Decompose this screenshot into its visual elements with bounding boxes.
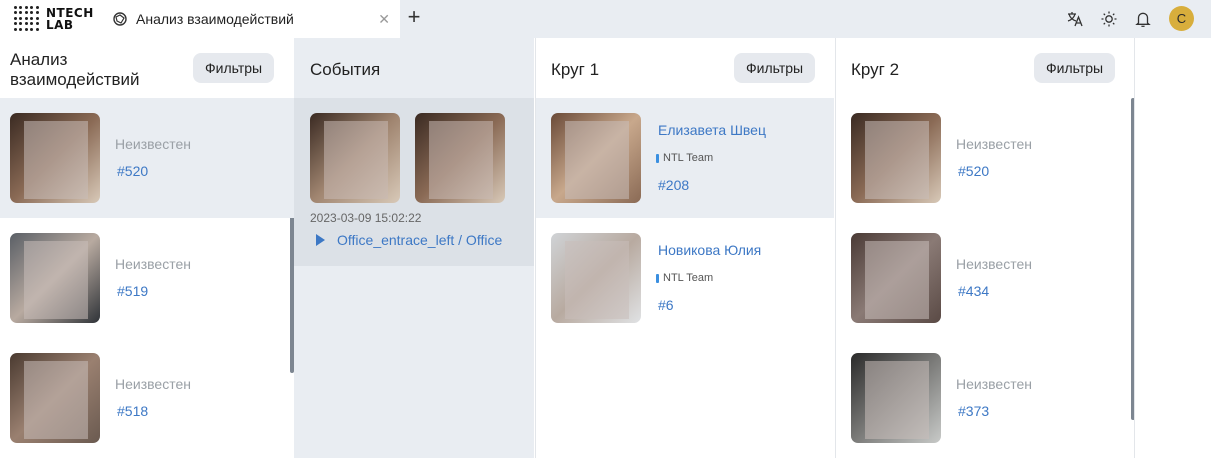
cluster-id-link[interactable]: #373 — [958, 403, 989, 419]
tab-title: Анализ взаимодействий — [136, 11, 294, 27]
user-avatar[interactable]: С — [1169, 6, 1194, 31]
events-column: События 2023-03-09 15:02:22 Office_entra… — [294, 38, 534, 458]
logo-text: NTECH LAB — [46, 6, 94, 32]
cluster-id-link[interactable]: #6 — [658, 297, 674, 313]
filters-button[interactable]: Фильтры — [193, 53, 275, 83]
column-title: События — [310, 60, 381, 79]
interaction-analysis-column: Анализ взаимодействий Фильтры Неизвестен… — [0, 38, 294, 458]
face-thumbnail[interactable] — [851, 113, 941, 203]
person-name: Неизвестен — [956, 256, 1032, 272]
person-name-link[interactable]: Новикова Юлия — [658, 242, 761, 258]
team-badge: NTL Team — [656, 272, 713, 284]
close-tab-icon[interactable]: ✕ — [378, 11, 390, 28]
team-badge: NTL Team — [656, 152, 713, 164]
filters-button[interactable]: Фильтры — [734, 53, 816, 83]
list-item[interactable]: Неизвестен #373 — [836, 338, 1134, 458]
list-item[interactable]: Новикова Юлия NTL Team #6 — [536, 218, 834, 338]
camera-label[interactable]: Office_entrace_left / Office — [337, 232, 502, 248]
circle-2-column: Круг 2 Фильтры Неизвестен #520 Неизвесте… — [835, 38, 1135, 458]
notifications-bell-icon[interactable] — [1133, 9, 1153, 29]
list-item[interactable]: Елизавета Швец NTL Team #208 — [536, 98, 834, 218]
top-bar: NTECH LAB Анализ взаимодействий ✕ + С — [0, 0, 1211, 38]
person-name: Неизвестен — [115, 136, 191, 152]
event-card[interactable]: 2023-03-09 15:02:22 Office_entrace_left … — [294, 98, 534, 266]
cluster-id-link[interactable]: #518 — [117, 403, 148, 419]
cluster-id-link[interactable]: #434 — [958, 283, 989, 299]
team-marker — [656, 273, 659, 283]
list-item[interactable]: Неизвестен #518 — [0, 338, 294, 458]
face-thumbnail[interactable] — [10, 113, 100, 203]
play-icon[interactable] — [316, 234, 325, 246]
translate-icon[interactable] — [1065, 9, 1085, 29]
event-face-thumbnail[interactable] — [415, 113, 505, 203]
list-item[interactable]: Неизвестен #434 — [836, 218, 1134, 338]
face-thumbnail[interactable] — [551, 233, 641, 323]
person-name: Неизвестен — [956, 136, 1032, 152]
face-thumbnail[interactable] — [10, 353, 100, 443]
person-name: Неизвестен — [115, 256, 191, 272]
cluster-id-link[interactable]: #520 — [958, 163, 989, 179]
cluster-id-link[interactable]: #520 — [117, 163, 148, 179]
theme-sun-icon[interactable] — [1099, 9, 1119, 29]
list-item[interactable]: Неизвестен #520 — [0, 98, 294, 218]
person-name-link[interactable]: Елизавета Швец — [658, 122, 766, 138]
team-marker — [656, 153, 659, 163]
interaction-analysis-icon — [113, 12, 127, 26]
cluster-id-link[interactable]: #208 — [658, 177, 689, 193]
list-item[interactable]: Неизвестен #519 — [0, 218, 294, 338]
list-item[interactable]: Неизвестен #520 — [836, 98, 1134, 218]
logo-dots-icon — [14, 6, 40, 32]
event-camera-link[interactable]: Office_entrace_left / Office — [316, 232, 502, 248]
person-name: Неизвестен — [956, 376, 1032, 392]
face-thumbnail[interactable] — [10, 233, 100, 323]
column-title: Круг 2 — [851, 60, 900, 79]
face-thumbnail[interactable] — [551, 113, 641, 203]
circle-1-column: Круг 1 Фильтры Елизавета Швец NTL Team #… — [535, 38, 834, 458]
cluster-id-link[interactable]: #519 — [117, 283, 148, 299]
column-title: Круг 1 — [551, 60, 600, 79]
face-thumbnail[interactable] — [851, 233, 941, 323]
ntechlab-logo[interactable]: NTECH LAB — [0, 0, 98, 38]
filters-button[interactable]: Фильтры — [1034, 53, 1116, 83]
tab-interaction-analysis[interactable]: Анализ взаимодействий ✕ — [98, 0, 400, 38]
face-thumbnail[interactable] — [851, 353, 941, 443]
new-tab-button[interactable]: + — [402, 6, 426, 30]
person-name: Неизвестен — [115, 376, 191, 392]
event-face-thumbnail[interactable] — [310, 113, 400, 203]
event-datetime: 2023-03-09 15:02:22 — [310, 211, 422, 225]
column-title: Анализ взаимодействий — [10, 50, 140, 89]
